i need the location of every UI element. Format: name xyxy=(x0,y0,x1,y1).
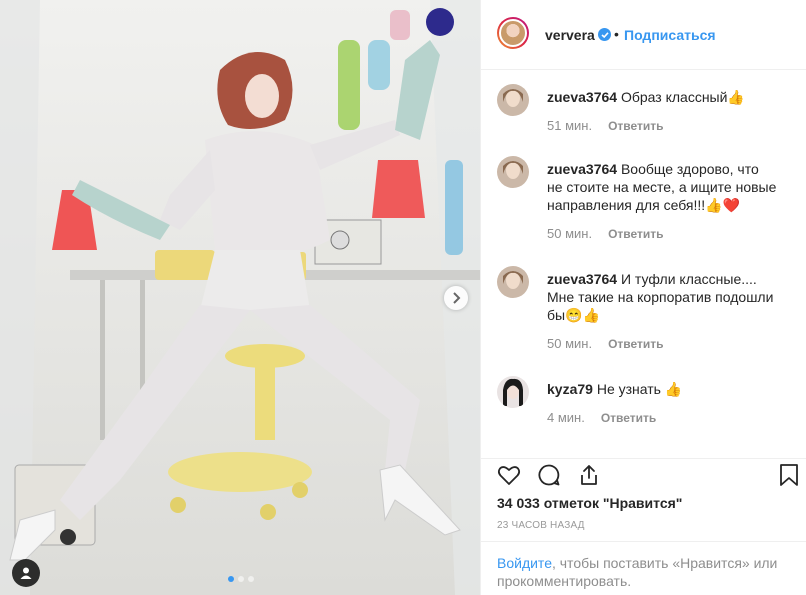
comment-icon xyxy=(538,464,560,486)
reply-button[interactable]: Ответить xyxy=(601,411,656,425)
comment-time[interactable]: 50 мин. xyxy=(547,336,592,351)
carousel-next-button[interactable] xyxy=(444,286,468,310)
comment-body: Образ классный👍 xyxy=(620,89,745,105)
comment-meta: 50 мин. Ответить xyxy=(547,336,664,351)
follow-button[interactable]: Подписаться xyxy=(624,27,716,43)
comment-username[interactable]: zueva3764 xyxy=(547,271,617,287)
commenter-avatar[interactable] xyxy=(497,376,529,408)
header-separator: • xyxy=(614,26,619,42)
comment-text: kyza79 Не узнать 👍 xyxy=(547,380,777,398)
commenter-avatar[interactable] xyxy=(497,84,529,116)
post-photo[interactable] xyxy=(0,0,480,595)
comment-username[interactable]: zueva3764 xyxy=(547,161,617,177)
post-side-panel: ververa • Подписаться zueva3764 Образ кл… xyxy=(480,0,806,595)
comment-body: Не узнать 👍 xyxy=(596,381,683,397)
comment-time[interactable]: 51 мин. xyxy=(547,118,592,133)
heart-icon xyxy=(497,466,521,485)
comment-button[interactable] xyxy=(535,461,563,489)
verified-badge-icon xyxy=(598,28,611,41)
user-tag-icon xyxy=(20,567,32,579)
carousel-indicator xyxy=(228,576,254,582)
comment-time[interactable]: 4 мин. xyxy=(547,410,585,425)
likes-count[interactable]: 34 033 отметок "Нравится" xyxy=(497,495,682,511)
post-actions xyxy=(481,458,806,494)
comment-time[interactable]: 50 мин. xyxy=(547,226,592,241)
like-button[interactable] xyxy=(495,461,523,489)
user-tag-button[interactable] xyxy=(12,559,40,587)
comment-text: zueva3764 Вообще здорово, что не стоите … xyxy=(547,160,777,214)
photo-illustration xyxy=(0,0,480,595)
comment-username[interactable]: zueva3764 xyxy=(547,89,617,105)
bookmark-icon xyxy=(780,464,798,486)
carousel-dot xyxy=(248,576,254,582)
comments-list: zueva3764 Образ классный👍 51 мин. Ответит… xyxy=(481,70,806,458)
commenter-avatar[interactable] xyxy=(497,156,529,188)
author-avatar[interactable] xyxy=(497,17,529,49)
comment-meta: 4 мин. Ответить xyxy=(547,410,656,425)
carousel-dot xyxy=(238,576,244,582)
comment-meta: 50 мин. Ответить xyxy=(547,226,664,241)
save-button[interactable] xyxy=(775,461,803,489)
post-timestamp[interactable]: 23 ЧАСОВ НАЗАД xyxy=(497,520,585,531)
comment-text: zueva3764 И туфли классные.... Мне такие… xyxy=(547,270,777,324)
comment-text: zueva3764 Образ классный👍 xyxy=(547,88,777,106)
commenter-avatar[interactable] xyxy=(497,266,529,298)
comment-username[interactable]: kyza79 xyxy=(547,381,593,397)
chevron-right-icon xyxy=(453,292,461,304)
login-link[interactable]: Войдите xyxy=(497,555,552,571)
share-icon xyxy=(581,465,597,485)
share-button[interactable] xyxy=(575,461,603,489)
author-username[interactable]: ververa xyxy=(545,27,595,43)
comment-meta: 51 мин. Ответить xyxy=(547,118,664,133)
carousel-dot xyxy=(228,576,234,582)
reply-button[interactable]: Ответить xyxy=(608,227,663,241)
reply-button[interactable]: Ответить xyxy=(608,119,663,133)
reply-button[interactable]: Ответить xyxy=(608,337,663,351)
post-header: ververa • Подписаться xyxy=(481,0,806,70)
login-prompt: Войдите, чтобы поставить «Нравится» или … xyxy=(481,541,806,595)
